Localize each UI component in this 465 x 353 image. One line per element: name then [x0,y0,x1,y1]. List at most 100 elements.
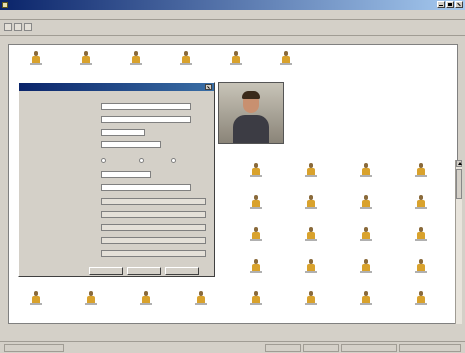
contact-item[interactable] [233,163,279,185]
person-icon [250,291,262,305]
contact-item[interactable] [178,291,224,313]
dialog-title-bar[interactable] [19,83,214,91]
person-icon [250,195,262,209]
field-input-7[interactable] [101,184,191,191]
dialog-button-1[interactable] [89,267,123,275]
status-pane-4 [341,344,397,352]
contact-item[interactable] [343,195,389,217]
photo-shirt [233,115,269,143]
field-input-11[interactable] [101,237,206,244]
person-icon-base [195,303,207,305]
person-icon-base [360,175,372,177]
contact-item[interactable] [288,163,334,185]
contact-name [233,210,279,216]
contact-name [288,178,334,184]
menu-item-9[interactable] [116,12,128,19]
dialog-button-2[interactable] [127,267,161,275]
contact-item[interactable] [123,291,169,313]
contact-item[interactable] [13,291,59,313]
toolbar-button-2[interactable] [14,23,22,31]
menu-item-2[interactable] [19,12,31,19]
dialog-close-button[interactable] [205,84,212,90]
person-icon-base [415,271,427,273]
contact-item[interactable] [13,51,59,73]
person-icon-body [252,168,260,175]
person-icon-base [250,239,262,241]
maximize-button[interactable] [446,1,454,8]
toolbar-button-3[interactable] [24,23,32,31]
contact-item[interactable] [68,291,114,313]
person-icon [305,163,317,177]
contact-name [233,274,279,280]
contact-item[interactable] [113,51,159,73]
menu-item-3[interactable] [32,12,44,19]
photo-hair [242,91,260,99]
contact-item[interactable] [63,51,109,73]
scroll-thumb[interactable] [456,169,462,199]
vertical-scrollbar[interactable] [455,160,462,324]
minimize-button[interactable] [437,1,445,8]
contact-item[interactable] [213,51,259,73]
field-label-11 [29,237,89,243]
menu-item-8[interactable] [101,12,115,19]
contact-item[interactable] [288,227,334,249]
field-input-6[interactable] [101,171,151,178]
contact-item[interactable] [288,195,334,217]
person-icon-base [250,175,262,177]
person-icon [130,51,142,65]
person-icon-body [87,296,95,303]
contact-item[interactable] [233,227,279,249]
person-icon [250,163,262,177]
field-input-2[interactable] [101,116,191,123]
person-icon-body [417,264,425,271]
contact-item[interactable] [398,259,444,281]
field-input-3[interactable] [101,129,145,136]
field-input-1[interactable] [101,103,191,110]
scroll-up-button[interactable] [456,160,462,167]
field-label-7 [29,184,89,190]
contact-item[interactable] [398,163,444,185]
contact-item[interactable] [263,51,309,73]
contact-photo [218,82,284,144]
menu-item-5[interactable] [60,12,72,19]
person-icon-body [417,296,425,303]
field-label-4 [29,141,89,147]
field-input-8[interactable] [101,198,206,205]
contact-item[interactable] [233,291,279,313]
person-icon-base [130,63,142,65]
field-input-4[interactable] [101,141,161,148]
radio-option-3[interactable] [171,158,176,163]
contact-item[interactable] [398,291,444,313]
field-label-12 [29,250,89,256]
contact-item[interactable] [288,259,334,281]
dialog-button-3[interactable] [165,267,199,275]
contact-name [398,210,444,216]
close-button[interactable] [455,1,463,8]
toolbar-button-1[interactable] [4,23,12,31]
contact-item[interactable] [343,227,389,249]
menu-item-6[interactable] [73,12,87,19]
contact-item[interactable] [233,195,279,217]
menu-item-1[interactable] [4,12,18,19]
field-input-9[interactable] [101,211,206,218]
person-icon [305,291,317,305]
contact-item[interactable] [398,227,444,249]
menu-item-7[interactable] [88,12,100,19]
contact-item[interactable] [398,195,444,217]
contact-item[interactable] [343,259,389,281]
field-input-10[interactable] [101,224,206,231]
contact-item[interactable] [343,291,389,313]
contact-name [263,66,309,72]
radio-option-1[interactable] [101,158,106,163]
menu-item-4[interactable] [45,12,59,19]
radio-option-2[interactable] [139,158,144,163]
app-window [0,0,465,353]
person-icon [360,195,372,209]
field-input-12[interactable] [101,250,206,257]
contact-item[interactable] [163,51,209,73]
contact-item[interactable] [288,291,334,313]
title-bar[interactable] [0,0,465,10]
contact-item[interactable] [343,163,389,185]
contact-item[interactable] [233,259,279,281]
person-icon [195,291,207,305]
